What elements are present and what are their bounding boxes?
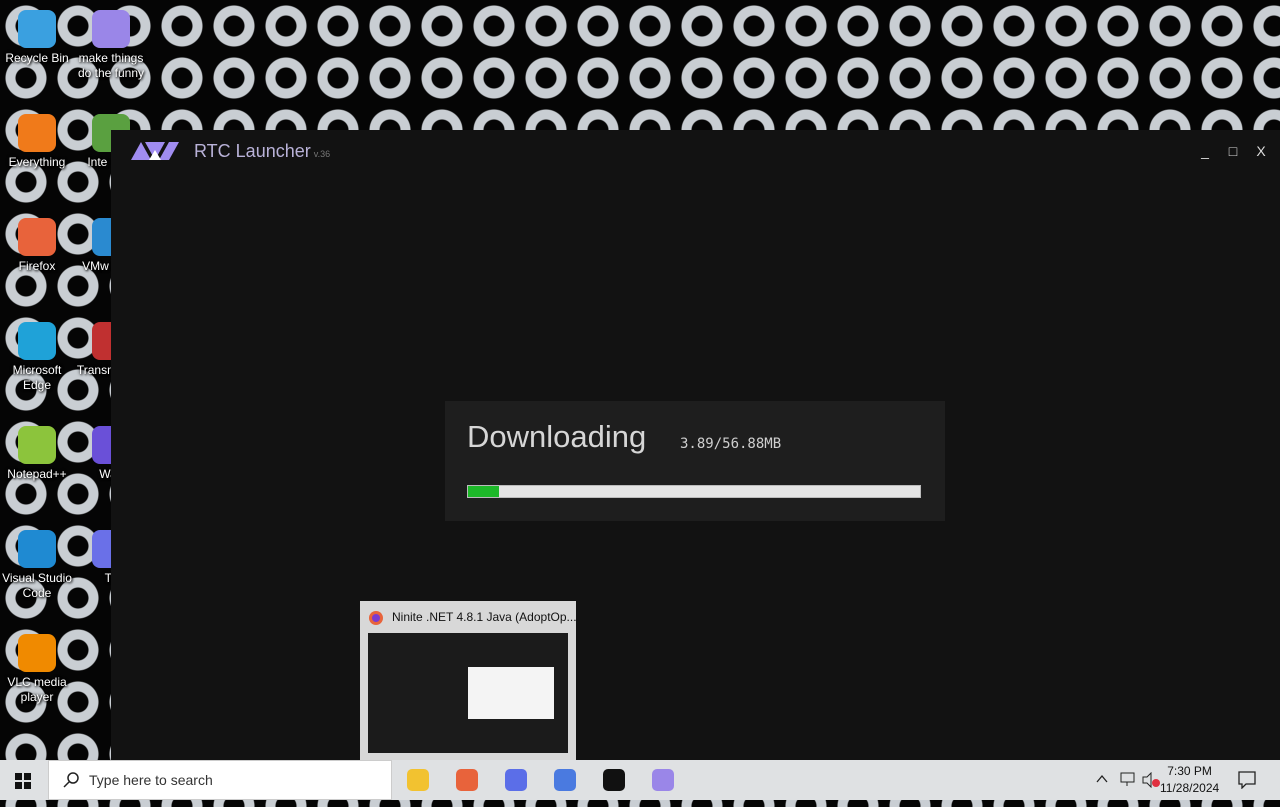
recycle-bin-icon — [18, 10, 56, 48]
minimize-button[interactable]: _ — [1194, 140, 1216, 162]
close-button[interactable]: X — [1250, 140, 1272, 162]
rtc-launcher-icon — [652, 769, 674, 791]
desktop-icon[interactable]: Visual Studio Code — [0, 530, 74, 601]
download-size: 3.89/56.88MB — [680, 436, 782, 452]
taskbar-app[interactable] — [549, 764, 581, 796]
download-status: Downloading — [467, 419, 647, 454]
clock[interactable]: 7:30 PM 11/28/2024 — [1160, 763, 1219, 797]
cloud-app-icon — [554, 769, 576, 791]
taskbar-app[interactable] — [500, 764, 532, 796]
desktop-icon[interactable]: Notepad++ — [0, 426, 74, 482]
windows-icon — [15, 773, 31, 789]
taskbar-thumbnail-preview[interactable]: Ninite .NET 4.8.1 Java (AdoptOp... — [360, 601, 577, 760]
search-icon — [63, 772, 79, 788]
rtc-shortcut-icon — [92, 10, 130, 48]
desktop-icon[interactable]: VLC media player — [0, 634, 74, 705]
firefox-icon — [456, 769, 478, 791]
rtc-logo-icon — [131, 142, 179, 160]
chevron-up-icon[interactable] — [1096, 774, 1108, 784]
notepad-plus-plus-icon — [18, 426, 56, 464]
firefox-icon — [18, 218, 56, 256]
thumbnail-image — [368, 633, 568, 753]
desktop-icon[interactable]: make things do the funny — [74, 10, 148, 81]
volume-muted-icon[interactable] — [1142, 772, 1160, 788]
version-label: v.36 — [313, 149, 331, 159]
title-bar[interactable]: RTC Launcher v.36 _ □ X — [111, 130, 1280, 174]
notifications-icon[interactable] — [1238, 771, 1256, 789]
vscode-icon — [18, 530, 56, 568]
taskbar-app[interactable] — [451, 764, 483, 796]
file-explorer-icon — [407, 769, 429, 791]
progress-fill — [468, 486, 499, 497]
taskbar-app[interactable] — [647, 764, 679, 796]
maximize-button[interactable]: □ — [1222, 140, 1244, 162]
window-title: RTC Launcher v.36 — [194, 141, 331, 161]
start-button[interactable] — [0, 760, 48, 800]
network-icon[interactable] — [1118, 772, 1136, 788]
taskbar-app[interactable] — [402, 764, 434, 796]
7zip-icon — [603, 769, 625, 791]
taskbar: Type here to search 7:30 PM 11/28/2024 — [0, 760, 1280, 800]
search-box[interactable]: Type here to search — [48, 760, 392, 800]
firefox-icon — [369, 611, 383, 625]
rtc-launcher-window: RTC Launcher v.36 _ □ X Downloading 3.89/… — [111, 130, 1280, 760]
vlc-icon — [18, 634, 56, 672]
desktop-icon[interactable]: Microsoft Edge — [0, 322, 74, 393]
desktop-icon[interactable]: Recycle Bin — [0, 10, 74, 66]
download-card: Downloading 3.89/56.88MB — [445, 401, 945, 521]
desktop-icon[interactable]: Everything — [0, 114, 74, 170]
desktop-icon[interactable]: Firefox — [0, 218, 74, 274]
progress-bar — [467, 485, 921, 498]
app-8-icon — [505, 769, 527, 791]
everything-search-icon — [18, 114, 56, 152]
thumbnail-title: Ninite .NET 4.8.1 Java (AdoptOp... — [392, 610, 577, 624]
taskbar-app[interactable] — [598, 764, 630, 796]
edge-icon — [18, 322, 56, 360]
